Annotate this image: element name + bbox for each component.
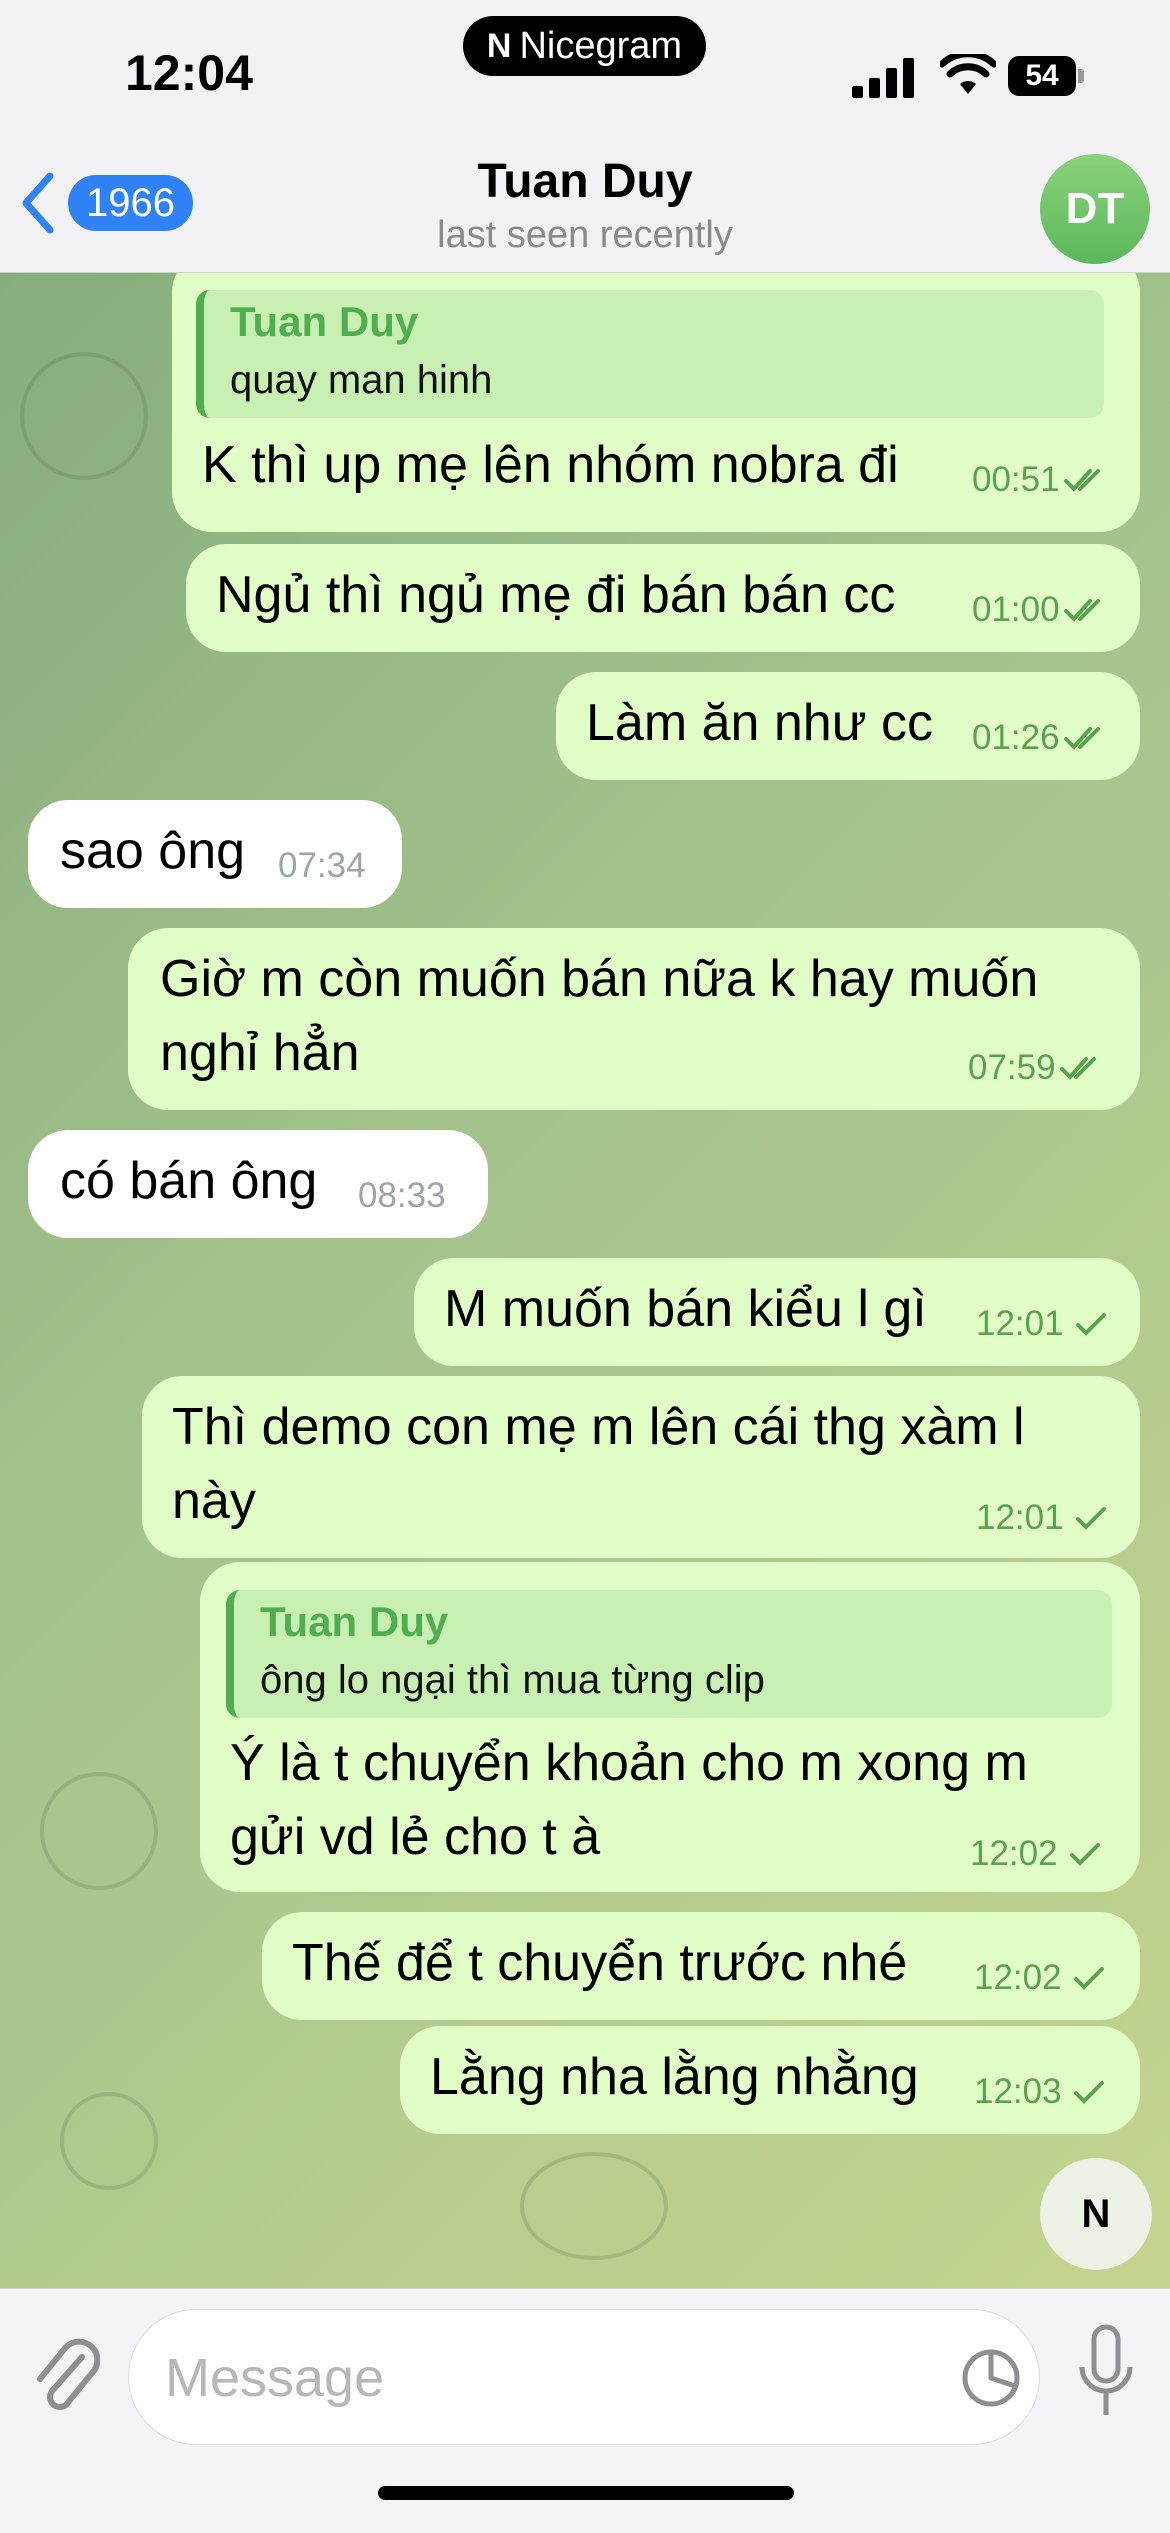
message-time: 12:01 xyxy=(976,1304,1064,1343)
message-text: Thế để t chuyển trước nhé xyxy=(292,1934,908,1992)
chat-subtitle: last seen recently xyxy=(437,214,733,256)
dynamic-island[interactable]: N Nicegram xyxy=(463,16,706,76)
check-icon xyxy=(1073,2081,1104,2104)
battery-icon: 54 xyxy=(1008,56,1086,96)
check-icon xyxy=(1073,1967,1104,1990)
message-meta: 12:03 xyxy=(974,2072,1114,2112)
reply-author: Tuan Duy xyxy=(230,298,419,345)
reply-text: quay man hinh xyxy=(230,358,493,402)
sticker-icon[interactable] xyxy=(959,2346,1023,2410)
status-time: 12:04 xyxy=(125,45,253,101)
battery-level: 54 xyxy=(1008,56,1076,96)
message-meta: 12:01 xyxy=(976,1498,1116,1538)
message-bubble-outgoing[interactable]: Giờ m còn muốn bán nữa k hay muốn nghỉ h… xyxy=(128,928,1140,1110)
message-text-line2: nghỉ hẳn xyxy=(160,1024,360,1082)
reply-text: ông lo ngại thì mua từng clip xyxy=(260,1658,765,1702)
message-meta: 01:26 xyxy=(972,718,1112,758)
double-check-icon xyxy=(1063,727,1100,750)
chat-title[interactable]: Tuan Duy xyxy=(0,154,1170,209)
check-icon xyxy=(1075,1313,1106,1336)
message-bubble-outgoing[interactable]: Ngủ thì ngủ mẹ đi bán bán cc 01:00 xyxy=(186,544,1140,652)
double-check-icon xyxy=(1063,599,1100,622)
microphone-icon[interactable] xyxy=(1078,2323,1134,2421)
message-time: 12:01 xyxy=(976,1498,1064,1537)
message-time: 12:02 xyxy=(974,1958,1062,1997)
wallpaper-doodle xyxy=(520,2152,668,2260)
message-input[interactable] xyxy=(163,2334,927,2422)
message-text: có bán ông xyxy=(60,1152,318,1210)
top-bar: 12:04 N Nicegram 54 1966 Tuan Duy last s… xyxy=(0,0,1170,273)
reply-quote[interactable]: Tuan Duy quay man hinh xyxy=(196,290,1104,418)
message-text-line1: Ý là t chuyển khoản cho m xong m xyxy=(230,1734,1028,1792)
chat-area[interactable]: Tuan Duy quay man hinh K thì up mẹ lên n… xyxy=(0,272,1170,2288)
message-text-line2: gửi vd lẻ cho t à xyxy=(230,1808,601,1866)
message-text: Làm ăn như cc xyxy=(586,694,933,752)
paperclip-icon[interactable] xyxy=(30,2327,100,2417)
message-time: 12:03 xyxy=(974,2072,1062,2111)
avatar[interactable]: DT xyxy=(1040,154,1150,264)
message-time: 00:51 xyxy=(972,460,1060,499)
reply-author: Tuan Duy xyxy=(260,1598,449,1645)
message-time: 01:26 xyxy=(972,718,1060,757)
message-text: K thì up mẹ lên nhóm nobra đi xyxy=(202,436,899,494)
double-check-icon xyxy=(1059,1057,1096,1080)
home-indicator[interactable] xyxy=(378,2486,794,2500)
message-time: 07:34 xyxy=(278,846,366,885)
message-meta: 01:00 xyxy=(972,590,1112,630)
message-text-line1: Thì demo con mẹ m lên cái thg xàm l xyxy=(172,1398,1025,1456)
message-bubble-outgoing[interactable]: Tuan Duy ông lo ngại thì mua từng clip Ý… xyxy=(200,1562,1140,1892)
message-text: Ngủ thì ngủ mẹ đi bán bán cc xyxy=(216,566,896,624)
wallpaper-doodle xyxy=(60,2092,158,2190)
wifi-icon xyxy=(940,54,996,94)
reply-quote[interactable]: Tuan Duy ông lo ngại thì mua từng clip xyxy=(226,1590,1112,1718)
nicegram-floating-button[interactable]: N xyxy=(1040,2158,1152,2270)
cellular-signal-icon xyxy=(852,58,914,98)
message-bubble-incoming[interactable]: có bán ông 08:33 xyxy=(28,1130,488,1238)
message-text: M muốn bán kiểu l gì xyxy=(444,1280,927,1338)
nicegram-label: Nicegram xyxy=(519,24,683,67)
message-meta: 12:02 xyxy=(974,1958,1114,1998)
message-bubble-outgoing[interactable]: Làm ăn như cc 01:26 xyxy=(556,672,1140,780)
message-meta: 12:02 xyxy=(970,1834,1110,1874)
message-text-line2: này xyxy=(172,1472,256,1530)
double-check-icon xyxy=(1063,469,1100,492)
message-text: sao ông xyxy=(60,822,246,880)
message-text-line1: Giờ m còn muốn bán nữa k hay muốn xyxy=(160,950,1039,1008)
message-time: 07:59 xyxy=(968,1048,1056,1087)
check-icon xyxy=(1075,1507,1106,1530)
message-meta: 12:01 xyxy=(976,1304,1116,1344)
wallpaper-doodle xyxy=(20,352,148,480)
message-meta: 07:59 xyxy=(968,1048,1108,1088)
message-meta: 00:51 xyxy=(972,460,1112,500)
nicegram-logo-icon: N xyxy=(486,26,512,65)
message-bubble-outgoing[interactable]: Tuan Duy quay man hinh K thì up mẹ lên n… xyxy=(172,272,1140,532)
message-bubble-outgoing[interactable]: M muốn bán kiểu l gì 12:01 xyxy=(414,1258,1140,1366)
message-bubble-outgoing[interactable]: Lằng nha lằng nhằng 12:03 xyxy=(400,2026,1140,2134)
check-icon xyxy=(1069,1843,1100,1866)
message-time: 08:33 xyxy=(358,1176,446,1215)
message-text: Lằng nha lằng nhằng xyxy=(430,2048,919,2106)
message-time: 01:00 xyxy=(972,590,1060,629)
message-field[interactable] xyxy=(128,2309,1040,2445)
message-bubble-outgoing[interactable]: Thế để t chuyển trước nhé 12:02 xyxy=(262,1912,1140,2020)
message-bubble-outgoing[interactable]: Thì demo con mẹ m lên cái thg xàm l này … xyxy=(142,1376,1140,1558)
wallpaper-doodle xyxy=(40,1772,158,1890)
message-bubble-incoming[interactable]: sao ông 07:34 xyxy=(28,800,402,908)
message-time: 12:02 xyxy=(970,1834,1058,1873)
